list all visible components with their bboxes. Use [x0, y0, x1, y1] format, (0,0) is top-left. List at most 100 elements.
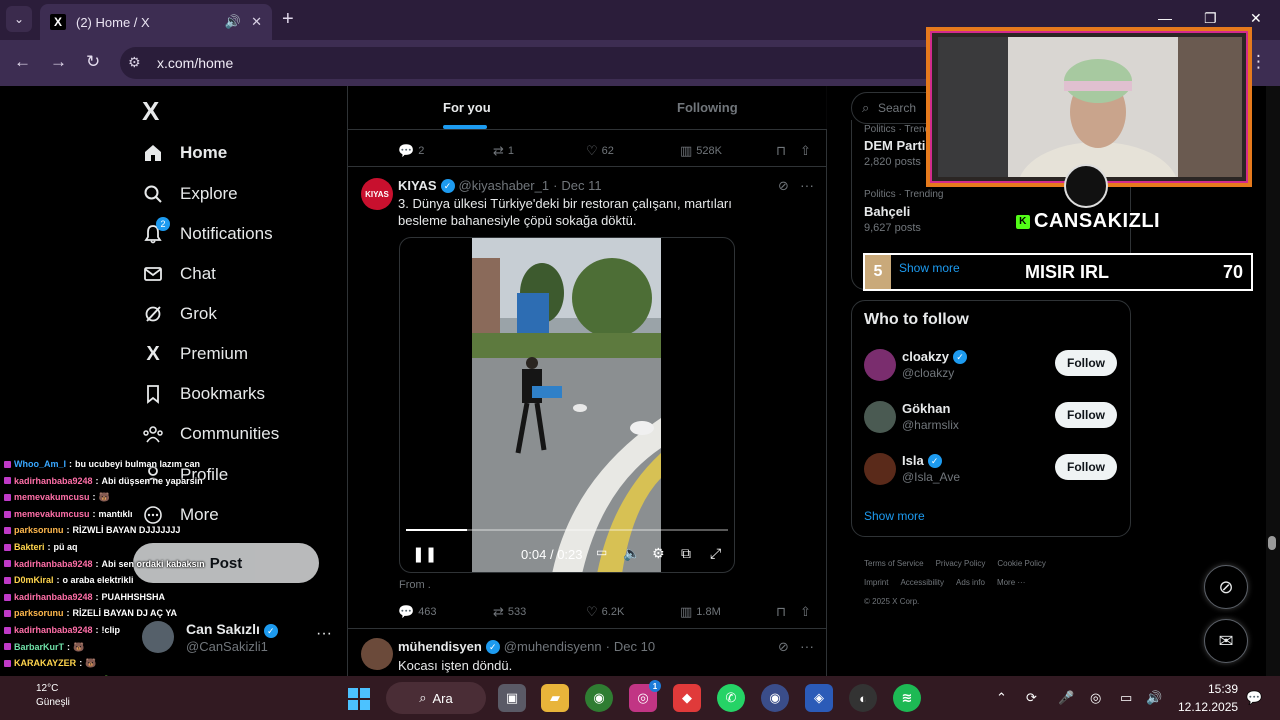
notifications-icon[interactable]: 💬 [1246, 690, 1262, 706]
nav-explore[interactable]: Explore [142, 180, 238, 208]
scrollbar-thumb[interactable] [1268, 536, 1276, 550]
nav-premium[interactable]: X Premium [142, 340, 248, 368]
forward-icon[interactable]: → [50, 52, 67, 72]
whatsapp-icon[interactable]: ✆ [717, 684, 745, 712]
minimize-icon[interactable]: — [1158, 10, 1172, 26]
author-name[interactable]: mühendisyen [398, 639, 482, 654]
author-name[interactable]: KIYAS [398, 178, 437, 193]
scrollbar[interactable] [1266, 86, 1280, 680]
follow-suggestion[interactable]: Isla ✓ @Isla_Ave Follow [864, 451, 1120, 491]
show-more-link[interactable]: Show more [864, 509, 925, 523]
tweet-date[interactable]: Dec 10 [614, 639, 655, 654]
footer-link[interactable]: Privacy Policy [936, 559, 986, 568]
chat-username[interactable]: D0mKiral [14, 572, 54, 589]
video-player[interactable]: ❚❚ 0:04 / 0:23 ▭ 🔈 ⚙ ⧉ ⤢ [399, 237, 735, 573]
chat-username[interactable]: Whoo_Am_I [14, 456, 66, 473]
chevron-up-icon[interactable]: ⌃ [996, 690, 1007, 706]
repost-button[interactable]: ⇄ 533 [493, 604, 526, 620]
bookmark-button[interactable]: ⊓ [776, 604, 786, 620]
views-button[interactable]: ▥ 1.8M [680, 604, 721, 620]
fullscreen-icon[interactable]: ⤢ [710, 545, 721, 562]
weather-widget[interactable]: 12°C Güneşli [36, 682, 70, 710]
follow-button[interactable]: Follow [1055, 402, 1117, 428]
chat-username[interactable]: Bakteri [14, 539, 45, 556]
like-button[interactable]: ♡ 6.2K [586, 604, 624, 620]
task-view-icon[interactable]: ▣ [498, 684, 526, 712]
pause-icon[interactable]: ❚❚ [412, 545, 437, 563]
nav-grok[interactable]: Grok [142, 300, 217, 328]
footer-link[interactable]: Accessibility [900, 578, 944, 587]
anydesk-icon[interactable]: ◆ [673, 684, 701, 712]
reply-button[interactable]: 💬 2 [398, 143, 424, 159]
footer-link[interactable]: Cookie Policy [997, 559, 1045, 568]
microphone-icon[interactable]: 🎤 [1058, 690, 1074, 706]
spotify-icon[interactable]: ≋ [893, 684, 921, 712]
chat-username[interactable]: parksorunu [14, 605, 64, 622]
nav-chat[interactable]: Chat [142, 260, 216, 288]
windows-start-icon[interactable] [348, 688, 370, 710]
restore-icon[interactable]: ❐ [1204, 10, 1217, 27]
bookmark-button[interactable]: ⊓ [776, 143, 786, 159]
footer-link[interactable]: Imprint [864, 578, 888, 587]
audio-icon[interactable]: 🔊 [225, 14, 241, 30]
picture-in-picture-icon[interactable]: ⧉ [681, 545, 691, 562]
volume-icon[interactable]: 🔈 [623, 545, 640, 562]
trend-name[interactable]: Bahçeli [864, 204, 910, 219]
tab-following[interactable]: Following [677, 100, 738, 115]
volume-icon[interactable]: 🔊 [1146, 690, 1162, 706]
chat-username[interactable]: parksorunu [14, 522, 64, 539]
footer-link[interactable]: Terms of Service [864, 559, 924, 568]
trends-show-more-link[interactable]: Show more [899, 261, 960, 275]
network-icon[interactable]: ▭ [1120, 690, 1132, 706]
more-icon[interactable]: ··· [800, 638, 814, 654]
chat-username[interactable]: BarbarKurT [14, 639, 64, 656]
follow-suggestion[interactable]: cloakzy ✓ @cloakzy Follow [864, 347, 1120, 387]
back-icon[interactable]: ← [14, 52, 31, 72]
trend-name[interactable]: DEM Parti [864, 138, 925, 153]
new-tab-button[interactable]: + [282, 8, 294, 30]
sync-icon[interactable]: ⟳ [1026, 690, 1037, 706]
tab-list-icon[interactable]: ⌄ [6, 6, 32, 32]
more-icon[interactable]: ··· [800, 177, 814, 193]
video-source[interactable]: From . [399, 579, 431, 591]
nav-home[interactable]: Home [142, 139, 227, 167]
share-button[interactable]: ⇧ [800, 604, 811, 620]
instagram-icon[interactable]: ◎ 1 [629, 680, 661, 712]
share-button[interactable]: ⇧ [800, 143, 811, 159]
follow-button[interactable]: Follow [1055, 454, 1117, 480]
avatar[interactable]: KIYAS [361, 178, 393, 210]
nav-communities[interactable]: Communities [142, 420, 279, 448]
settings-icon[interactable]: ⚙ [652, 545, 665, 562]
chat-username[interactable]: memevakumcusu [14, 489, 90, 506]
author-handle[interactable]: @kiyashaber_1 [459, 178, 550, 193]
chrome-profile-icon[interactable]: ◉ [761, 684, 789, 712]
captions-icon[interactable]: ▭ [596, 545, 607, 559]
author-handle[interactable]: @muhendisyenn [504, 639, 602, 654]
reply-button[interactable]: 💬 463 [398, 604, 437, 620]
chat-username[interactable]: KARAKAYZER [14, 655, 76, 672]
tab-for-you[interactable]: For you [443, 100, 491, 115]
chat-username[interactable]: kadirhanbaba9248 [14, 556, 93, 573]
obs-icon[interactable]: ◐ [849, 684, 877, 712]
follow-suggestion[interactable]: Gökhan @harmslix Follow [864, 399, 1120, 439]
menu-icon[interactable]: ⋮ [1250, 52, 1267, 72]
views-button[interactable]: ▥ 528K [680, 143, 722, 159]
chrome-icon[interactable]: ◉ [585, 684, 613, 712]
footer-link[interactable]: More ··· [997, 578, 1025, 587]
messages-fab-button[interactable]: ✉ [1204, 619, 1248, 663]
grok-icon[interactable]: ⊘ [778, 178, 789, 194]
close-icon[interactable]: ✕ [251, 14, 262, 30]
x-logo-icon[interactable]: X [142, 96, 159, 127]
tweet-date[interactable]: Dec 11 [561, 178, 601, 193]
browser-tab[interactable]: X (2) Home / X 🔊 ✕ [40, 4, 272, 40]
file-explorer-icon[interactable]: ▰ [541, 684, 569, 712]
site-info-icon[interactable]: ⚙ [128, 54, 141, 71]
chat-username[interactable]: kadirhanbaba9248 [14, 589, 93, 606]
taskbar-search-button[interactable]: ⌕ Ara [386, 682, 486, 714]
app-icon[interactable]: ◈ [805, 684, 833, 712]
chat-username[interactable]: kadirhanbaba9248 [14, 622, 93, 639]
repost-button[interactable]: ⇄ 1 [493, 143, 514, 159]
video-progress[interactable] [406, 529, 728, 531]
like-button[interactable]: ♡ 62 [586, 143, 614, 159]
grok-icon[interactable]: ⊘ [778, 639, 789, 655]
